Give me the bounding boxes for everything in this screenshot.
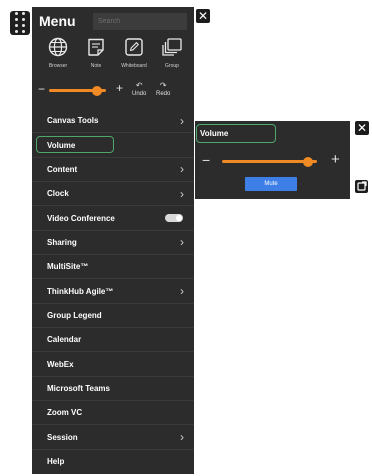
menu-item-label: ThinkHub Agile™ [47, 286, 114, 296]
menu-item-content[interactable]: Content › [32, 158, 194, 183]
menu-item-calendar[interactable]: Calendar [32, 328, 194, 353]
menu-item-label: Canvas Tools [47, 116, 99, 126]
whiteboard-tool-button[interactable]: Whiteboard [116, 37, 152, 79]
volume-panel-title: Volume [196, 124, 276, 143]
menu-item-label: Help [47, 457, 65, 467]
menu-item-multisite[interactable]: MultiSite™ [32, 255, 194, 280]
volume-down-button[interactable]: − [202, 153, 210, 167]
menu-item-video-conference[interactable]: Video Conference [32, 206, 194, 231]
volume-up-button[interactable]: + [116, 82, 123, 94]
chevron-right-icon: › [180, 284, 184, 299]
menu-item-session[interactable]: Session › [32, 425, 194, 450]
menu-item-help[interactable]: Help [32, 450, 194, 474]
close-icon: ✕ [356, 121, 368, 135]
volume-slider-knob[interactable] [92, 85, 103, 96]
menu-item-label: Sharing [47, 237, 77, 247]
tool-label: Whiteboard [121, 63, 147, 69]
tool-label: Browser [48, 63, 68, 69]
volume-up-button[interactable]: + [331, 152, 340, 167]
close-icon: ✕ [197, 9, 209, 23]
tool-label: Note [90, 63, 102, 69]
menu-item-label: Video Conference [47, 213, 115, 223]
menu-item-label: Group Legend [47, 310, 102, 320]
volume-down-button[interactable]: − [38, 83, 45, 95]
undo-button[interactable]: ↶ Undo [132, 81, 147, 98]
expand-button[interactable] [355, 180, 368, 193]
undo-label: Undo [132, 91, 147, 97]
menu-item-label: Zoom VC [47, 408, 83, 418]
expand-icon [357, 181, 367, 191]
menu-item-microsoft-teams[interactable]: Microsoft Teams [32, 377, 194, 402]
menu-item-label: Microsoft Teams [47, 383, 110, 393]
redo-icon: ↷ [159, 81, 167, 90]
whiteboard-icon [125, 38, 143, 56]
menu-item-label: Clock [47, 189, 69, 199]
search-input[interactable] [93, 13, 187, 30]
mute-button[interactable]: Mute [245, 177, 297, 191]
chevron-right-icon: › [180, 235, 184, 250]
menu-item-label: Volume [47, 140, 76, 150]
tools-row: Browser Note Whiteboard Group [40, 37, 190, 79]
menu-item-thinkhub-agile[interactable]: ThinkHub Agile™ › [32, 279, 194, 304]
chevron-right-icon: › [180, 162, 184, 177]
menu-volume-row: − + ↶ Undo ↷ Redo [32, 81, 194, 105]
menu-item-volume[interactable]: Volume [32, 133, 194, 158]
menu-close-button[interactable]: ✕ [196, 9, 210, 23]
menu-item-sharing[interactable]: Sharing › [32, 231, 194, 256]
note-tool-button[interactable]: Note [78, 37, 114, 79]
menu-item-label: Session [47, 432, 78, 442]
redo-button[interactable]: ↷ Redo [156, 81, 171, 98]
menu-item-webex[interactable]: WebEx [32, 352, 194, 377]
menu-title: Menu [39, 13, 76, 29]
volume-panel: Volume − + Mute [195, 121, 350, 199]
undo-icon: ↶ [135, 81, 143, 90]
globe-icon [48, 37, 68, 57]
note-icon [88, 38, 104, 56]
drag-handle[interactable] [10, 11, 30, 35]
redo-label: Redo [156, 91, 171, 97]
menu-item-label: Content [47, 164, 78, 174]
menu-header: Menu [32, 7, 194, 35]
menu-item-label: Calendar [47, 335, 82, 345]
volume-slider-knob[interactable] [302, 156, 313, 167]
browser-tool-button[interactable]: Browser [40, 37, 76, 79]
chevron-right-icon: › [180, 186, 184, 201]
menu-list: Canvas Tools › Volume Content › Clock › … [32, 109, 194, 474]
menu-item-zoom-vc[interactable]: Zoom VC [32, 401, 194, 426]
menu-item-group-legend[interactable]: Group Legend [32, 304, 194, 329]
chevron-right-icon: › [180, 113, 184, 128]
chevron-right-icon: › [180, 430, 184, 445]
menu-item-canvas-tools[interactable]: Canvas Tools › [32, 109, 194, 134]
menu-item-clock[interactable]: Clock › [32, 182, 194, 207]
menu-item-label: MultiSite™ [47, 262, 89, 272]
volume-close-button[interactable]: ✕ [355, 121, 369, 135]
group-icon [162, 38, 182, 56]
video-conference-toggle[interactable] [165, 214, 183, 223]
screen: Menu Browser [0, 0, 372, 476]
menu-panel: Menu Browser [32, 7, 194, 474]
menu-item-label: WebEx [47, 359, 74, 369]
tool-label: Group [165, 63, 179, 69]
group-tool-button[interactable]: Group [154, 37, 190, 79]
